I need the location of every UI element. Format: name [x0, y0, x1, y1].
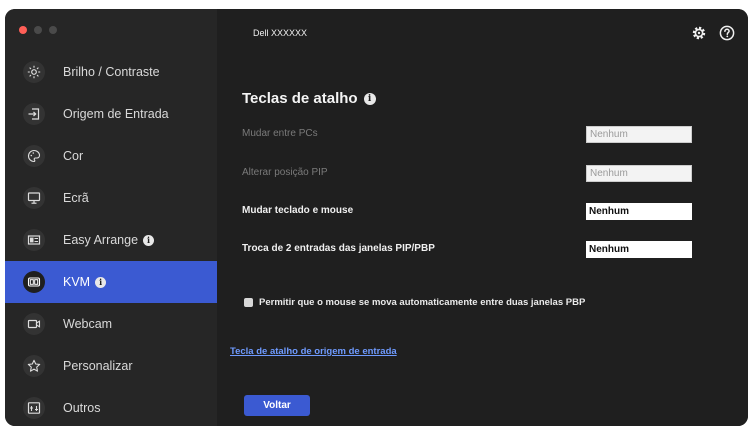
top-bar: Dell XXXXXX: [217, 9, 748, 57]
row-label-mudar-teclado-e-mouse: Mudar teclado e mouse: [242, 205, 354, 216]
hotkey-field-mudar-teclado-e-mouse[interactable]: [586, 203, 692, 220]
window-controls: [5, 9, 217, 51]
sidebar-item-personalizar[interactable]: Personalizar: [5, 345, 217, 387]
auto-mouse-checkbox[interactable]: [244, 298, 253, 307]
kvm-icon: [23, 271, 45, 293]
sidebar-item-label: Origem de Entrada: [63, 107, 169, 121]
input-source-hotkey-link[interactable]: Tecla de atalho de origem de entrada: [230, 346, 397, 357]
easy-arrange-icon: [23, 229, 45, 251]
gear-icon[interactable]: [691, 25, 707, 41]
auto-mouse-checkbox-row[interactable]: Permitir que o mouse se mova automaticam…: [244, 297, 585, 308]
minimize-window-button[interactable]: [34, 26, 42, 34]
page-title: Teclas de atalho i: [242, 90, 376, 107]
others-icon: [23, 397, 45, 419]
row-label-mudar-entre-pcs: Mudar entre PCs: [242, 128, 318, 139]
sidebar-item-origem-de-entrada[interactable]: Origem de Entrada: [5, 93, 217, 135]
help-icon[interactable]: [719, 25, 735, 41]
sidebar-item-ecra[interactable]: Ecrã: [5, 177, 217, 219]
star-icon: [23, 355, 45, 377]
close-window-button[interactable]: [19, 26, 27, 34]
info-icon[interactable]: i: [95, 276, 107, 288]
zoom-window-button[interactable]: [49, 26, 57, 34]
sidebar-item-label: Outros: [63, 401, 101, 415]
info-icon[interactable]: i: [363, 92, 376, 105]
page-title-text: Teclas de atalho: [242, 90, 358, 107]
input-source-icon: [23, 103, 45, 125]
webcam-icon: [23, 313, 45, 335]
sidebar-item-label: Personalizar: [63, 359, 133, 373]
sidebar-item-kvm[interactable]: KVM i: [5, 261, 217, 303]
hotkey-field-mudar-entre-pcs[interactable]: [586, 126, 692, 143]
sidebar-item-cor[interactable]: Cor: [5, 135, 217, 177]
row-label-troca-de-entradas: Troca de 2 entradas das janelas PIP/PBP: [242, 243, 435, 254]
auto-mouse-checkbox-label: Permitir que o mouse se mova automaticam…: [259, 297, 586, 308]
hotkey-field-alterar-posicao-pip[interactable]: [586, 165, 692, 182]
monitor-icon: [23, 187, 45, 209]
window-title: Dell XXXXXX: [253, 28, 308, 38]
brightness-icon: [23, 61, 45, 83]
app-window: Brilho / Contraste Origem de Entrada Cor…: [5, 9, 748, 426]
sidebar: Brilho / Contraste Origem de Entrada Cor…: [5, 9, 217, 426]
info-icon[interactable]: i: [143, 234, 155, 246]
sidebar-item-label: Brilho / Contraste: [63, 65, 160, 79]
main-panel: Dell XXXXXX Teclas de atalho i Mudar ent…: [217, 9, 748, 426]
sidebar-item-label: Cor: [63, 149, 84, 163]
sidebar-item-webcam[interactable]: Webcam: [5, 303, 217, 345]
sidebar-item-label: Ecrã: [63, 191, 89, 205]
color-palette-icon: [23, 145, 45, 167]
sidebar-item-brilho-contraste[interactable]: Brilho / Contraste: [5, 51, 217, 93]
back-button[interactable]: Voltar: [244, 395, 310, 416]
sidebar-item-label: Webcam: [63, 317, 113, 331]
sidebar-item-outros[interactable]: Outros: [5, 387, 217, 426]
row-label-alterar-posicao-pip: Alterar posição PIP: [242, 167, 328, 178]
sidebar-item-label: KVM: [63, 275, 91, 289]
sidebar-item-easy-arrange[interactable]: Easy Arrange i: [5, 219, 217, 261]
sidebar-item-label: Easy Arrange: [63, 233, 139, 247]
hotkey-field-troca-de-entradas[interactable]: [586, 241, 692, 258]
